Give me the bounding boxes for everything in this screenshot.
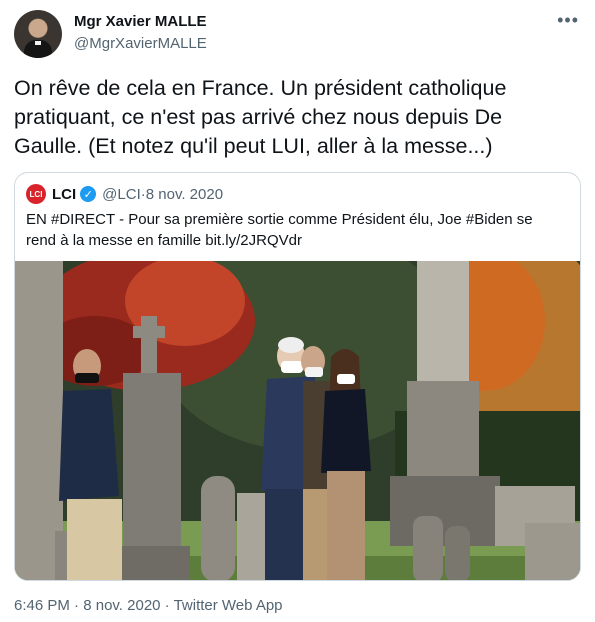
quoted-photo[interactable] xyxy=(15,261,580,580)
tweet-footer: 6:46 PM · 8 nov. 2020 · Twitter Web App xyxy=(14,597,283,614)
tweet-date[interactable]: 8 nov. 2020 xyxy=(83,597,160,614)
footer-separator-2: · xyxy=(160,597,174,614)
verified-icon: ✓ xyxy=(80,186,97,202)
lci-logo: LCI xyxy=(26,184,46,204)
quoted-tweet-text: EN #DIRECT - Pour sa première sortie com… xyxy=(26,211,533,249)
tweet-text: On rêve de cela en France. Un président … xyxy=(14,76,507,158)
more-icon[interactable]: ••• xyxy=(557,10,579,31)
quoted-tweet[interactable]: LCI LCI ✓ @LCI · 8 nov. 2020 EN #DIRECT … xyxy=(14,172,581,581)
quoted-author-handle: @LCI xyxy=(102,185,141,203)
footer-separator: · xyxy=(69,597,84,614)
author-name[interactable]: Mgr Xavier MALLE xyxy=(74,13,207,30)
author-handle[interactable]: @MgrXavierMALLE xyxy=(74,35,207,52)
tweet-source[interactable]: Twitter Web App xyxy=(174,597,283,614)
tweet-time[interactable]: 6:46 PM xyxy=(14,597,70,614)
quoted-date: 8 nov. 2020 xyxy=(145,185,224,203)
quoted-tweet-header: LCI LCI ✓ @LCI · 8 nov. 2020 xyxy=(26,183,223,205)
quoted-author-name: LCI xyxy=(52,185,77,203)
avatar[interactable] xyxy=(14,10,62,58)
